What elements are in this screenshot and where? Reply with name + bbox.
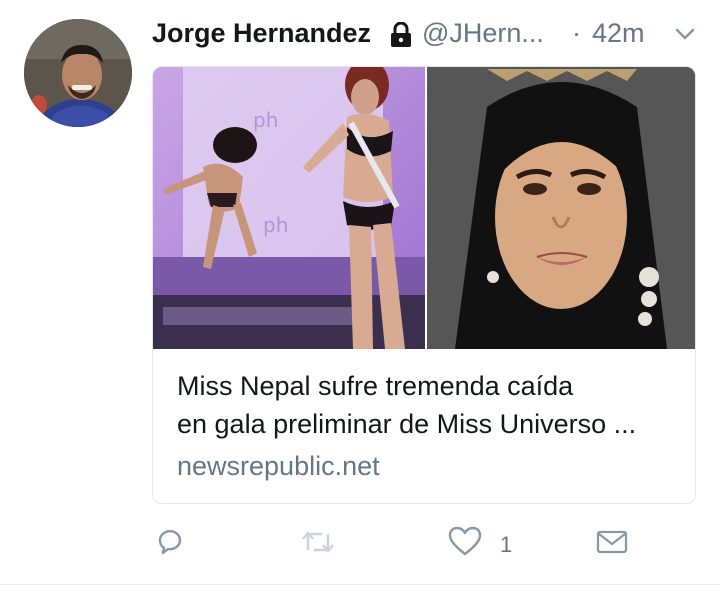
card-title-line2: en gala preliminar de Miss Universo ... <box>177 409 637 439</box>
reply-icon <box>158 529 182 555</box>
card-text: Miss Nepal sufre tremenda caída en gala … <box>177 367 687 482</box>
tweet-header: Jorge Hernandez @JHern... · 42m <box>152 14 698 54</box>
svg-text:ph: ph <box>253 108 278 132</box>
like-button[interactable] <box>448 526 482 566</box>
author-name[interactable]: Jorge Hernandez <box>152 18 371 49</box>
card-title[interactable]: Miss Nepal sufre tremenda caída en gala … <box>177 367 687 443</box>
link-card[interactable]: ph ph Miss Nepal sufre tremenda caída en… <box>152 66 696 504</box>
divider <box>0 584 720 585</box>
card-image: ph ph <box>153 67 695 349</box>
author-handle[interactable]: @JHern... <box>422 18 544 49</box>
avatar-image <box>24 19 132 127</box>
retweet-icon <box>302 531 334 553</box>
chevron-down-icon[interactable] <box>674 26 696 42</box>
separator-dot: · <box>572 18 581 48</box>
direct-message-button[interactable] <box>596 526 628 566</box>
tweet-actions: 1 <box>152 526 698 566</box>
lock-icon <box>391 22 411 47</box>
stage-photo: ph ph <box>153 67 425 349</box>
reply-button[interactable] <box>154 526 186 566</box>
like-count: 1 <box>500 532 513 557</box>
direct-message-icon <box>596 530 628 554</box>
avatar[interactable] <box>24 19 132 127</box>
heart-icon <box>448 526 482 556</box>
portrait-photo <box>427 67 695 349</box>
card-title-line1: Miss Nepal sufre tremenda caída <box>177 371 574 401</box>
timestamp[interactable]: 42m <box>592 18 645 49</box>
svg-text:ph: ph <box>263 213 288 237</box>
retweet-button[interactable] <box>300 526 336 566</box>
card-domain[interactable]: newsrepublic.net <box>177 451 687 482</box>
